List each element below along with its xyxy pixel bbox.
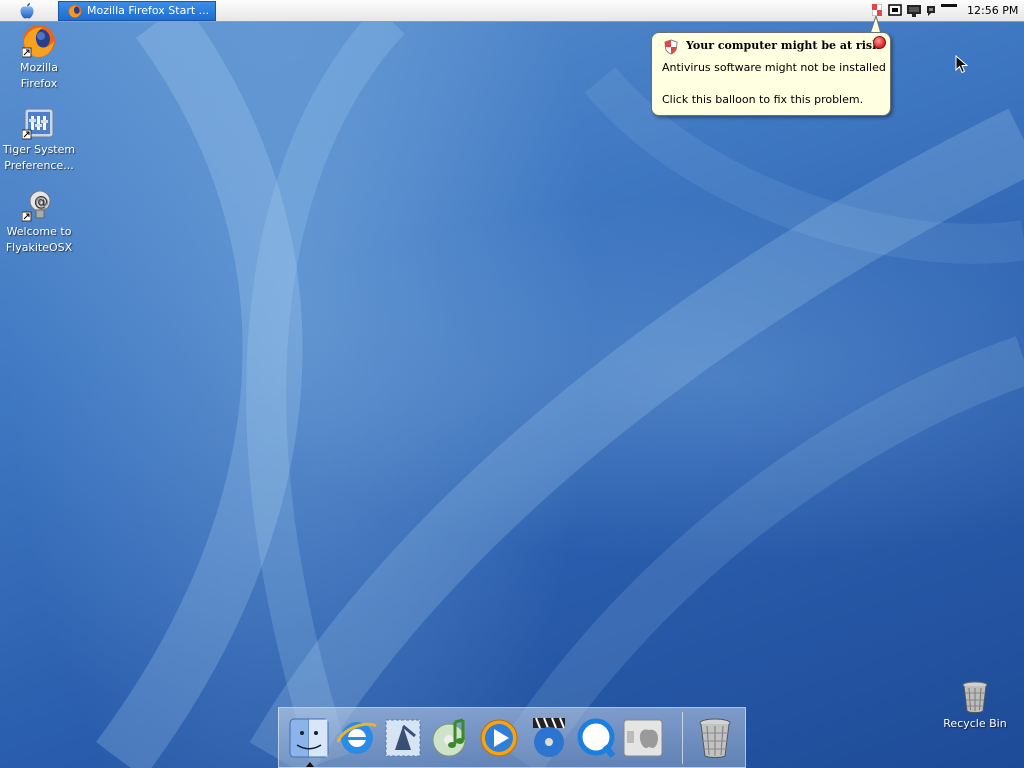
taskbar-firefox-label: Mozilla Firefox Start ... [87, 4, 210, 17]
security-notification-balloon[interactable]: Your computer might be at risk Antivirus… [651, 32, 891, 116]
speech-icon[interactable] [925, 4, 937, 18]
network-icon[interactable] [888, 4, 902, 16]
desktop-icon-label: Preference... [4, 159, 74, 172]
running-indicator [306, 762, 314, 767]
desktop-icon-label: Mozilla [20, 61, 58, 74]
svg-text:@: @ [34, 194, 48, 210]
security-alert-icon[interactable] [872, 4, 882, 16]
desktop-icon-label: Recycle Bin [943, 717, 1007, 730]
balloon-title: Your computer might be at risk [686, 39, 880, 52]
volume-icon[interactable] [941, 4, 957, 10]
trash-icon[interactable] [693, 716, 737, 760]
recycle-bin-icon [962, 681, 988, 713]
system-preferences-icon [22, 108, 54, 140]
dvd-player-icon[interactable] [527, 716, 571, 760]
desktop-icon-firefox[interactable]: Mozilla Firefox [0, 24, 79, 92]
quicktime-icon[interactable] [575, 716, 619, 760]
firefox-small-icon [68, 4, 82, 18]
taskbar-firefox-button[interactable]: Mozilla Firefox Start ... [58, 1, 216, 21]
media-player-icon[interactable] [477, 716, 521, 760]
dock-separator [682, 712, 683, 764]
shield-icon [664, 39, 678, 55]
desktop-icon-label: Welcome to [6, 225, 72, 238]
balloon-instruction: Click this balloon to fix this problem. [662, 93, 864, 106]
system-preferences-dock-icon[interactable] [621, 716, 665, 760]
desktop-icon-system-preferences[interactable]: Tiger System Preference... [0, 106, 79, 174]
desktop-icon-recycle-bin[interactable]: Recycle Bin [935, 680, 1015, 732]
welcome-icon: @ [22, 190, 51, 222]
mail-icon[interactable] [381, 716, 425, 760]
mouse-cursor-icon [955, 55, 969, 74]
internet-explorer-icon[interactable] [335, 716, 379, 760]
itunes-icon[interactable] [429, 716, 473, 760]
desktop-icon-label: FlyakiteOSX [5, 241, 73, 254]
close-icon[interactable] [873, 36, 886, 49]
desktop-icon-label: Tiger System [2, 143, 76, 156]
desktop-icon-welcome[interactable]: @ Welcome to FlyakiteOSX [0, 188, 79, 256]
balloon-message: Antivirus software might not be installe… [662, 61, 886, 74]
clock[interactable]: 12:56 PM [967, 4, 1018, 17]
dock [278, 707, 746, 768]
finder-icon[interactable] [287, 716, 331, 760]
display-icon[interactable] [906, 4, 922, 18]
desktop-icon-label: Firefox [20, 77, 58, 90]
apple-icon[interactable] [16, 2, 38, 20]
firefox-icon [22, 25, 55, 58]
